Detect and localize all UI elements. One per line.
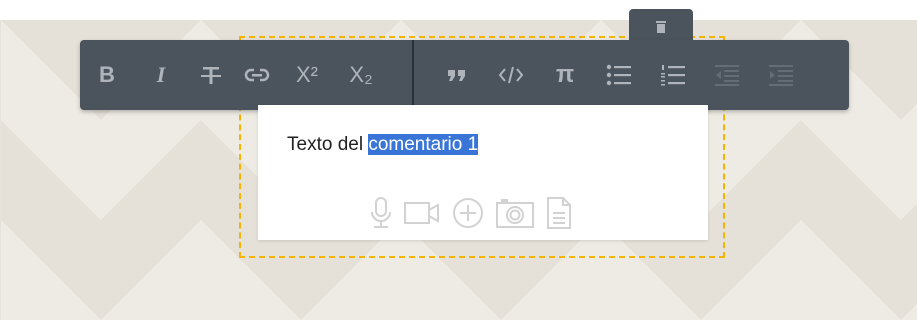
video-button[interactable]	[404, 201, 440, 225]
link-icon	[244, 68, 270, 82]
indent-button[interactable]	[754, 40, 808, 110]
toolbar-separator	[412, 40, 414, 110]
video-camera-icon	[404, 202, 439, 224]
indent-icon	[769, 65, 793, 86]
formula-button[interactable]: π	[538, 40, 592, 110]
outdent-button[interactable]	[700, 40, 754, 110]
camera-icon	[496, 199, 534, 228]
document-button[interactable]	[546, 197, 572, 229]
photo-button[interactable]	[496, 198, 534, 228]
document-icon	[547, 197, 571, 229]
trash-icon[interactable]	[654, 20, 668, 34]
subscript-icon: X₂	[349, 62, 373, 87]
microphone-icon	[371, 197, 391, 228]
format-toolbar: B I X² X₂ π	[80, 40, 849, 110]
comment-text-selection: comentario 1	[368, 134, 479, 155]
bold-icon: B	[99, 62, 115, 87]
quote-icon	[448, 70, 465, 81]
link-button[interactable]	[234, 40, 280, 110]
superscript-button[interactable]: X²	[280, 40, 334, 110]
numbered-list-button[interactable]	[646, 40, 700, 110]
add-button[interactable]	[452, 197, 484, 229]
outdent-icon	[715, 65, 739, 86]
italic-button[interactable]: I	[134, 40, 188, 110]
subscript-button[interactable]: X₂	[334, 40, 388, 110]
delete-tab[interactable]	[629, 9, 693, 43]
text-format-group: B I X² X₂	[80, 40, 388, 110]
comment-text-plain: Texto del	[287, 134, 369, 155]
code-button[interactable]	[484, 40, 538, 110]
microphone-button[interactable]	[370, 196, 392, 230]
bulleted-list-icon	[606, 64, 631, 86]
block-format-group: π	[430, 40, 808, 110]
code-icon	[498, 66, 524, 84]
strikethrough-icon	[201, 67, 221, 84]
numbered-list-icon	[661, 65, 685, 86]
plus-circle-icon	[453, 198, 483, 228]
media-bar	[370, 196, 572, 230]
comment-text[interactable]: Texto del comentario 1	[287, 130, 479, 160]
comment-card: Texto del comentario 1	[258, 105, 708, 240]
bold-button[interactable]: B	[80, 40, 134, 110]
quote-button[interactable]	[430, 40, 484, 110]
bulleted-list-button[interactable]	[592, 40, 646, 110]
pi-icon: π	[555, 61, 575, 88]
italic-icon: I	[156, 62, 166, 87]
superscript-icon: X²	[296, 62, 318, 87]
strikethrough-button[interactable]	[188, 40, 234, 110]
